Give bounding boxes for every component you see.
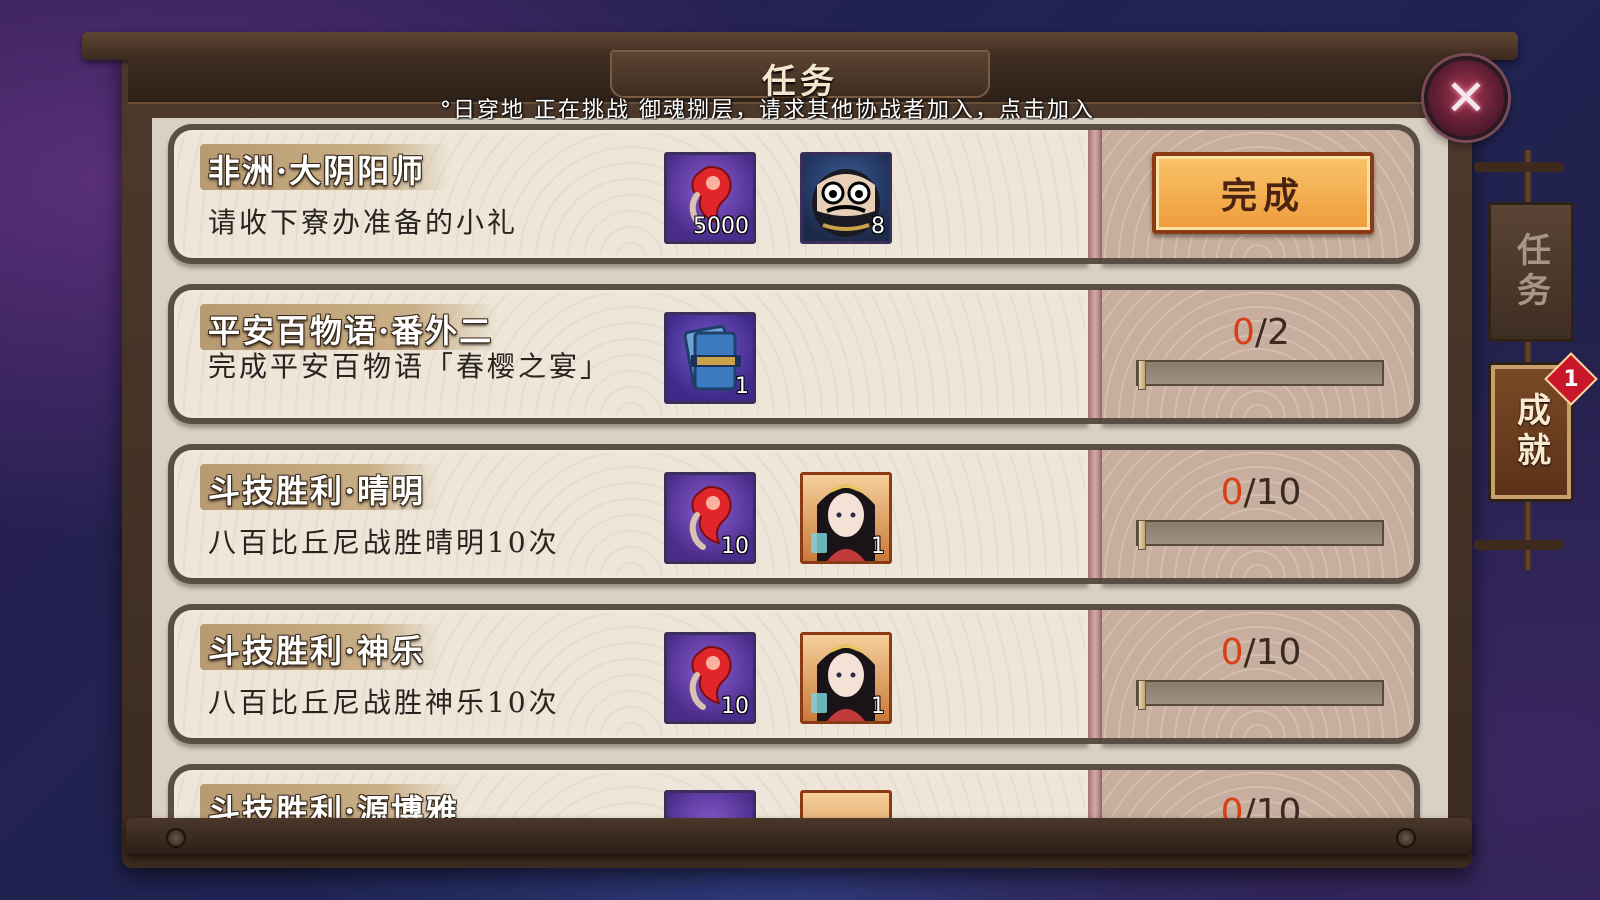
complete-button[interactable]: 完成 [1152, 152, 1374, 234]
quest-info-panel: 平安百物语·番外二 完成平安百物语「春樱之宴」 1 [168, 284, 1088, 424]
quest-status-panel: 0/2 [1102, 284, 1420, 424]
progress-current: 0 [1220, 792, 1244, 818]
quest-description: 请收下寮办准备的小礼 [208, 206, 519, 239]
reward-quantity: 10 [721, 534, 749, 559]
reward-shikigami[interactable]: 1 [800, 472, 892, 564]
progress-cap [1138, 360, 1146, 390]
quest-list[interactable]: 非洲·大阴阳师 请收下寮办准备的小礼 5000 8 完成 平安百物语·番外二 完… [152, 118, 1448, 818]
rivet [1396, 828, 1416, 848]
reward-magatama[interactable]: 10 [664, 472, 756, 564]
quest-description: 八百比丘尼战胜神乐10次 [208, 686, 560, 719]
progress-current: 0 [1220, 472, 1244, 513]
reward-slot[interactable] [800, 790, 892, 818]
quest-description: 完成平安百物语「春樱之宴」 [208, 350, 612, 383]
bottom-beam [126, 818, 1472, 854]
row-divider [1088, 124, 1102, 264]
progress-label: 0/10 [1102, 632, 1420, 673]
close-icon: ✕ [1445, 69, 1487, 127]
row-divider [1088, 604, 1102, 744]
tab-achievements-label: 成就 [1510, 392, 1551, 472]
quest-title: 斗技胜利·神乐 [208, 632, 426, 670]
reward-magatama[interactable]: 10 [664, 632, 756, 724]
tab-tasks-label: 任务 [1510, 232, 1551, 312]
quest-status-panel: 0/10 [1102, 764, 1420, 818]
title-plate: 任务 [610, 50, 990, 102]
quest-status-panel: 0/10 [1102, 604, 1420, 744]
quest-info-panel: 斗技胜利·神乐 八百比丘尼战胜神乐10次 10 1 [168, 604, 1088, 744]
progress-label: 0/10 [1102, 472, 1420, 513]
reward-magatama[interactable]: 5000 [664, 152, 756, 244]
quest-title: 非洲·大阴阳师 [208, 152, 426, 190]
quest-row: 斗技胜利·晴明 八百比丘尼战胜晴明10次 10 1 0/10 [168, 444, 1420, 584]
progress-total: /10 [1243, 632, 1302, 673]
quest-title: 斗技胜利·晴明 [208, 472, 426, 510]
reward-quantity: 8 [871, 214, 885, 239]
reward-ticket[interactable]: 1 [664, 312, 756, 404]
notice-marquee[interactable]: °日穿地 正在挑战 御魂捌层，请求其他协战者加入，点击加入 [440, 92, 1240, 120]
progress-total: /2 [1254, 312, 1290, 353]
progress-current: 0 [1232, 312, 1255, 353]
quest-row: 平安百物语·番外二 完成平安百物语「春樱之宴」 1 0/2 [168, 284, 1420, 424]
quest-row: 非洲·大阴阳师 请收下寮办准备的小礼 5000 8 完成 [168, 124, 1420, 264]
quest-row: 斗技胜利·神乐 八百比丘尼战胜神乐10次 10 1 0/10 [168, 604, 1420, 744]
reward-quantity: 1 [871, 534, 885, 559]
rivet [166, 828, 186, 848]
reward-quantity: 10 [721, 694, 749, 719]
reward-quantity: 5000 [693, 214, 749, 239]
progress-current: 0 [1220, 632, 1244, 673]
quest-info-panel: 斗技胜利·晴明 八百比丘尼战胜晴明10次 10 1 [168, 444, 1088, 584]
progress-cap [1138, 520, 1146, 550]
side-hook [1474, 540, 1564, 550]
progress-bar [1136, 680, 1384, 710]
reward-daruma[interactable]: 8 [800, 152, 892, 244]
progress-total: /10 [1243, 792, 1302, 818]
tab-tasks[interactable]: 任务 [1488, 202, 1574, 342]
quest-status-panel: 0/10 [1102, 444, 1420, 584]
progress-bar [1136, 360, 1384, 390]
reward-quantity: 1 [871, 694, 885, 719]
notification-badge-count: 1 [1563, 366, 1579, 392]
progress-cap [1138, 680, 1146, 710]
reward-quantity: 1 [735, 374, 749, 399]
progress-label: 0/10 [1102, 792, 1420, 818]
row-divider [1088, 444, 1102, 584]
quest-description: 八百比丘尼战胜晴明10次 [208, 526, 560, 559]
side-hook [1474, 162, 1564, 172]
quest-row: 斗技胜利·源博雅 0/10 [168, 764, 1420, 818]
close-button[interactable]: ✕ [1424, 56, 1508, 140]
row-divider [1088, 764, 1102, 818]
quest-status-panel: 完成 [1102, 124, 1420, 264]
row-divider [1088, 284, 1102, 424]
reward-shikigami[interactable]: 1 [800, 632, 892, 724]
complete-button-label: 完成 [1220, 175, 1305, 217]
progress-bar [1136, 520, 1384, 550]
progress-total: /10 [1243, 472, 1302, 513]
quest-info-panel: 斗技胜利·源博雅 [168, 764, 1088, 818]
reward-slot[interactable] [664, 790, 756, 818]
quest-info-panel: 非洲·大阴阳师 请收下寮办准备的小礼 5000 8 [168, 124, 1088, 264]
progress-label: 0/2 [1102, 312, 1420, 353]
quest-title: 斗技胜利·源博雅 [208, 792, 460, 818]
